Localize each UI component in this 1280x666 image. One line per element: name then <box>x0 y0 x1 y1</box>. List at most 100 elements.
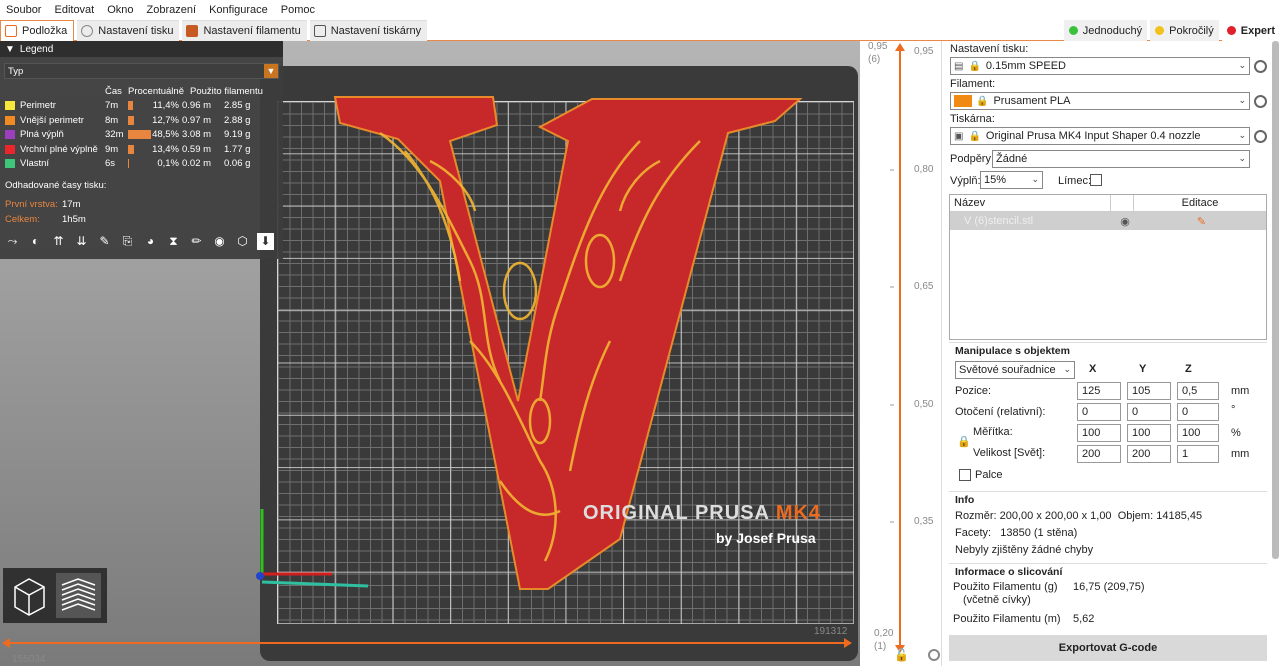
rotation-unit: ° <box>1231 404 1236 416</box>
position-z-input[interactable]: 0,5 <box>1177 382 1219 400</box>
wipe-icon[interactable]: ◐ <box>27 233 44 250</box>
mode-simple[interactable]: Jednoduchý <box>1063 20 1148 41</box>
brim-checkbox[interactable] <box>1090 174 1102 186</box>
scale-y-input[interactable]: 100 <box>1127 424 1171 442</box>
seams-icon[interactable]: ✎ <box>96 233 113 250</box>
eye-icon[interactable]: ◉ <box>1113 215 1137 228</box>
collapse-triangle-icon: ▼ <box>5 43 15 55</box>
mode-switch: Jednoduchý Pokročilý Expert <box>1061 20 1280 41</box>
filament-combo[interactable]: 🔒 Prusament PLA ⌄ <box>950 92 1250 110</box>
percent-bar <box>128 115 134 125</box>
print-settings-label: Nastavení tisku: <box>950 43 1029 55</box>
travel-icon[interactable]: ⤳ <box>4 233 21 250</box>
infill-label: Výplň: <box>950 175 981 187</box>
menu-konfigurace[interactable]: Konfigurace <box>209 4 268 16</box>
horizontal-slider[interactable]: 155034 191312 <box>0 626 940 666</box>
size-x-input[interactable]: 200 <box>1077 445 1121 463</box>
deretractions-icon[interactable]: ⇊ <box>73 233 90 250</box>
vslider-bottom-layer: (1) <box>874 641 887 652</box>
retractions-icon[interactable]: ⇈ <box>50 233 67 250</box>
export-gcode-button[interactable]: Exportovat G-code <box>949 635 1267 661</box>
scale-x-input[interactable]: 100 <box>1077 424 1121 442</box>
size-z-input[interactable]: 1 <box>1177 445 1219 463</box>
rotation-z-input[interactable]: 0 <box>1177 403 1219 421</box>
legend-row: Vnější perimetr 8m 12,7% 0.97 m 2.88 g <box>5 113 280 128</box>
object-manipulation: Manipulace s objektem Světové souřadnice… <box>949 342 1267 488</box>
object-list-header: Název Editace <box>950 194 1266 212</box>
tab-printer-settings[interactable]: Nastavení tiskárny <box>309 20 428 41</box>
printer-combo[interactable]: ▣ 🔒 Original Prusa MK4 Input Shaper 0.4 n… <box>950 127 1250 145</box>
printer-icon: ▣ <box>954 130 964 142</box>
tool-changes-icon[interactable]: ⎘ <box>119 233 136 250</box>
object-list: Název Editace V (6)stencil.stl ◉ ✎ <box>949 194 1267 340</box>
legend-header[interactable]: ▼ Legend <box>0 41 283 57</box>
object-row[interactable]: V (6)stencil.stl ◉ ✎ <box>950 212 1266 230</box>
tick-label: 0,95 <box>914 46 934 57</box>
legend-type-select[interactable]: Typ ▼ <box>4 63 279 79</box>
custom-gcodes-icon[interactable]: ✏ <box>188 233 205 250</box>
scale-lock-icon[interactable]: 🔒 <box>957 435 971 448</box>
filament-gear-icon[interactable] <box>1254 95 1267 108</box>
chevron-down-icon: ⌄ <box>1031 174 1039 184</box>
percent-bar <box>128 144 134 154</box>
lock-icon[interactable]: 🔓 <box>894 648 909 662</box>
sidebar-scrollbar[interactable] <box>1272 41 1279 559</box>
scale-label: Měřítka: <box>973 426 1013 438</box>
menu-zobrazeni[interactable]: Zobrazení <box>147 4 197 16</box>
size-y-input[interactable]: 200 <box>1127 445 1171 463</box>
menu-okno[interactable]: Okno <box>107 4 133 16</box>
print-settings-combo[interactable]: ▤ 🔒 0.15mm SPEED ⌄ <box>950 57 1250 75</box>
print-settings-gear-icon[interactable] <box>1254 60 1267 73</box>
cog-icon <box>81 25 94 37</box>
3d-view-icon[interactable] <box>7 573 52 618</box>
menu-editovat[interactable]: Editovat <box>54 4 94 16</box>
printer-label: Tiskárna: <box>950 113 995 125</box>
info-section: Info Rozměr: 200,00 x 200,00 x 1,00 Obje… <box>949 491 1267 561</box>
tab-podlozka[interactable]: Podložka <box>0 20 75 41</box>
custom-swatch <box>5 159 15 169</box>
errors-info: Nebyly zjištěny žádné chyby <box>955 544 1094 556</box>
inches-checkbox[interactable] <box>959 469 971 481</box>
legend-row: Perimetr 7m 11,4% 0.96 m 2.85 g <box>5 99 280 114</box>
rotation-y-input[interactable]: 0 <box>1127 403 1171 421</box>
percent-bar <box>128 101 133 111</box>
percent-bar <box>128 159 129 169</box>
lock-icon: 🔒 <box>968 60 981 72</box>
menu-soubor[interactable]: Soubor <box>6 4 41 16</box>
horizontal-slider-track <box>2 638 852 648</box>
pause-prints-icon[interactable]: ⧗ <box>165 233 182 250</box>
tab-filament-settings[interactable]: Nastavení filamentu <box>182 20 307 41</box>
external-perimeter-swatch <box>5 115 15 125</box>
tool-marker-icon[interactable]: ⬇ <box>257 233 274 250</box>
vertical-slider[interactable]: 0,95 (6) 0,95 0,80 0,65 0,50 0,35 0,20 (… <box>860 41 940 666</box>
supports-combo[interactable]: Žádné ⌄ <box>992 150 1250 168</box>
mode-advanced[interactable]: Pokročilý <box>1150 20 1219 41</box>
color-changes-icon[interactable]: ◕ <box>142 233 159 250</box>
mode-expert[interactable]: Expert <box>1221 20 1280 41</box>
edit-icon[interactable]: ✎ <box>1137 215 1266 228</box>
chevron-down-icon: ⌄ <box>1238 60 1246 70</box>
infill-combo[interactable]: 15% ⌄ <box>980 171 1043 189</box>
tick-label: 0,50 <box>914 399 934 410</box>
top-solid-infill-swatch <box>5 144 15 154</box>
menu-pomoc[interactable]: Pomoc <box>281 4 315 16</box>
coordinates-combo[interactable]: Světové souřadnice ⌄ <box>955 361 1075 379</box>
printer-gear-icon[interactable] <box>1254 130 1267 143</box>
settings-cog-icon[interactable] <box>928 649 940 661</box>
menu-bar: Soubor Editovat Okno Zobrazení Konfigura… <box>0 0 1280 20</box>
preview-layers-icon[interactable] <box>56 573 101 618</box>
hslider-left-value: 155034 <box>12 654 46 665</box>
percent-bar <box>128 130 151 140</box>
shells-icon[interactable]: ⬡ <box>234 233 251 250</box>
facets-info: Facety: 13850 (1 stěna) <box>955 527 1078 539</box>
position-x-input[interactable]: 125 <box>1077 382 1121 400</box>
scale-z-input[interactable]: 100 <box>1177 424 1219 442</box>
center-of-gravity-icon[interactable]: ◉ <box>211 233 228 250</box>
position-y-input[interactable]: 105 <box>1127 382 1171 400</box>
vslider-top-value: 0,95 <box>868 41 888 52</box>
size-info: Rozměr: 200,00 x 200,00 x 1,00 Objem: 14… <box>955 510 1203 522</box>
chevron-down-icon: ⌄ <box>1238 153 1246 163</box>
rotation-x-input[interactable]: 0 <box>1077 403 1121 421</box>
tab-print-settings[interactable]: Nastavení tisku <box>77 20 180 41</box>
inches-label: Palce <box>975 469 1003 481</box>
